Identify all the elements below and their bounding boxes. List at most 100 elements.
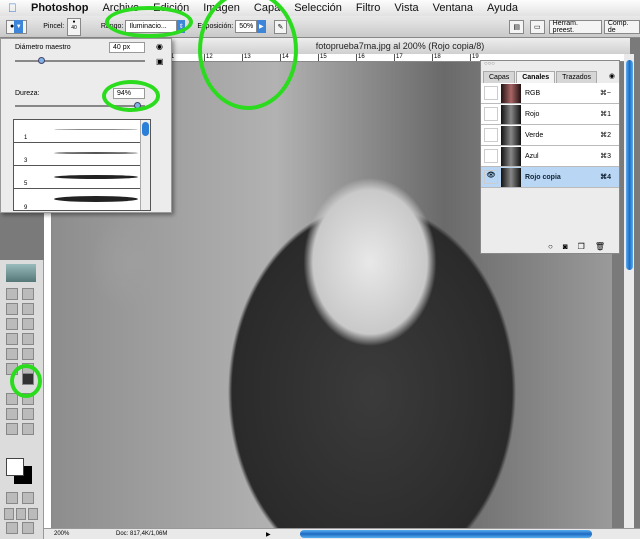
history-brush-tool[interactable]	[22, 348, 34, 360]
screen-mode-standard[interactable]	[4, 508, 14, 520]
diameter-slider-knob[interactable]	[38, 57, 45, 64]
channel-name: RGB	[525, 89, 541, 97]
channel-row-rojo[interactable]: Rojo ⌘1	[481, 104, 619, 125]
channel-shortcut: ⌘1	[600, 111, 611, 118]
channel-shortcut: ⌘2	[600, 132, 611, 139]
channel-row-rojo-copia[interactable]: 👁 Rojo copia ⌘4	[481, 167, 619, 188]
menu-ayuda[interactable]: Ayuda	[487, 2, 518, 14]
brush-preset[interactable]: 9	[14, 189, 150, 212]
new-channel-icon[interactable]: ❐	[578, 242, 585, 251]
brush-picker[interactable]: ● 40	[67, 17, 81, 36]
preset-scrollbar[interactable]	[140, 120, 150, 210]
channel-row-rgb[interactable]: RGB ⌘~	[481, 83, 619, 104]
menu-seleccion[interactable]: Selección	[294, 2, 342, 14]
channel-name: Azul	[525, 152, 539, 160]
feather-logo-icon[interactable]	[6, 264, 36, 282]
preset-size: 3	[24, 158, 28, 164]
doc-info: Doc: 817,4K/1,06M	[116, 531, 168, 537]
visibility-toggle[interactable]	[484, 86, 498, 100]
screen-mode-full[interactable]	[28, 508, 38, 520]
brush-preset[interactable]: 1	[14, 120, 150, 143]
notes-tool[interactable]	[22, 408, 34, 420]
tab-herram-preest[interactable]: Herram. preest.	[548, 19, 602, 34]
visibility-toggle[interactable]	[484, 128, 498, 142]
quick-mask-icon[interactable]	[22, 492, 34, 504]
diameter-slider[interactable]	[15, 60, 145, 62]
channel-thumbnail	[501, 104, 521, 124]
channel-thumbnail	[501, 83, 521, 103]
channel-row-verde[interactable]: Verde ⌘2	[481, 125, 619, 146]
channel-row-azul[interactable]: Azul ⌘3	[481, 146, 619, 167]
zoom-level[interactable]: 200%	[54, 531, 94, 537]
save-preset-icon[interactable]: ▣	[156, 57, 164, 66]
zoom-tool[interactable]	[22, 423, 34, 435]
ruler-tick: 16	[356, 54, 394, 61]
menu-bar:  Photoshop Archivo Edición Imagen Capa …	[0, 0, 640, 16]
channel-name: Verde	[525, 131, 544, 139]
preset-size: 1	[24, 135, 28, 141]
status-menu-arrow-icon[interactable]: ▶	[266, 531, 271, 538]
preset-scroll-thumb[interactable]	[142, 122, 149, 136]
menu-vista[interactable]: Vista	[394, 2, 418, 14]
panel-menu-icon[interactable]: ◉	[609, 72, 615, 80]
tool-preset-picker[interactable]: ● ▼	[6, 19, 28, 34]
hardness-label: Dureza:	[15, 90, 40, 97]
foreground-color[interactable]	[6, 458, 24, 476]
save-selection-icon[interactable]: ◙	[563, 242, 568, 251]
eye-icon[interactable]: 👁	[484, 170, 498, 184]
tab-comp[interactable]: Comp. de	[603, 19, 640, 34]
brush-tool[interactable]	[22, 333, 34, 345]
move-tool[interactable]	[22, 288, 34, 300]
healing-tool[interactable]	[6, 333, 18, 345]
document-title: fotoprueba7ma.jpg al 200% (Rojo copia/8)	[315, 41, 485, 51]
channel-shortcut: ⌘~	[599, 90, 611, 97]
options-bar: ● ▼ Pincel: ● 40 Rango: Iluminacio... ⇕ Exp…	[0, 16, 640, 38]
shape-tool[interactable]	[6, 408, 18, 420]
marquee-tool[interactable]	[6, 288, 18, 300]
channel-thumbnail	[501, 125, 521, 145]
channel-name: Rojo copia	[525, 173, 561, 181]
ruler-tick: 18	[432, 54, 470, 61]
file-browser-icon[interactable]: ▤	[509, 19, 525, 34]
menu-app[interactable]: Photoshop	[31, 2, 88, 14]
channel-thumbnail	[501, 146, 521, 166]
visibility-toggle[interactable]	[484, 107, 498, 121]
apple-icon[interactable]: 	[8, 1, 17, 15]
channel-name: Rojo	[525, 110, 540, 118]
jump-icon[interactable]	[22, 522, 34, 534]
panel-menu-icon[interactable]: ◉	[156, 42, 163, 51]
visibility-toggle[interactable]	[484, 149, 498, 163]
highlight-circle	[10, 364, 42, 398]
load-selection-icon[interactable]: ○	[548, 242, 553, 251]
palette-well-icon[interactable]: ▭	[530, 19, 545, 34]
channel-shortcut: ⌘3	[600, 153, 611, 160]
preset-size: 9	[24, 205, 28, 211]
standard-mode-icon[interactable]	[6, 492, 18, 504]
menu-ventana[interactable]: Ventana	[433, 2, 473, 14]
menu-filtro[interactable]: Filtro	[356, 2, 380, 14]
channel-thumbnail	[501, 167, 521, 187]
brush-preset[interactable]: 5	[14, 166, 150, 189]
brush-picker-panel: Diámetro maestro 40 px ◉ ▣ Dureza: 94% 1…	[0, 38, 172, 213]
channels-panel: ○○○ Capas Canales Trazados ◉ RGB ⌘~ Rojo ⌘…	[480, 60, 620, 254]
slice-tool[interactable]	[22, 318, 34, 330]
stamp-tool[interactable]	[6, 348, 18, 360]
toolbox	[0, 260, 44, 539]
brush-preset-list: 1 3 5 9	[13, 119, 151, 211]
vertical-scroll-thumb[interactable]	[626, 60, 633, 270]
window-buttons[interactable]: ○○○	[481, 61, 619, 69]
diameter-label: Diámetro maestro	[15, 44, 71, 51]
brush-preset[interactable]: 3	[14, 143, 150, 166]
preset-size: 5	[24, 181, 28, 187]
crop-tool[interactable]	[6, 318, 18, 330]
ruler-tick: 15	[318, 54, 356, 61]
lasso-tool[interactable]	[6, 303, 18, 315]
highlight-circle	[105, 6, 193, 38]
imageready-icon[interactable]	[6, 522, 18, 534]
magic-wand-tool[interactable]	[22, 303, 34, 315]
trash-icon[interactable]: 🗑	[595, 242, 605, 251]
hand-tool[interactable]	[6, 423, 18, 435]
horizontal-scroll-thumb[interactable]	[300, 530, 592, 538]
screen-mode-full-menu[interactable]	[16, 508, 26, 520]
diameter-input[interactable]: 40 px	[109, 42, 145, 53]
